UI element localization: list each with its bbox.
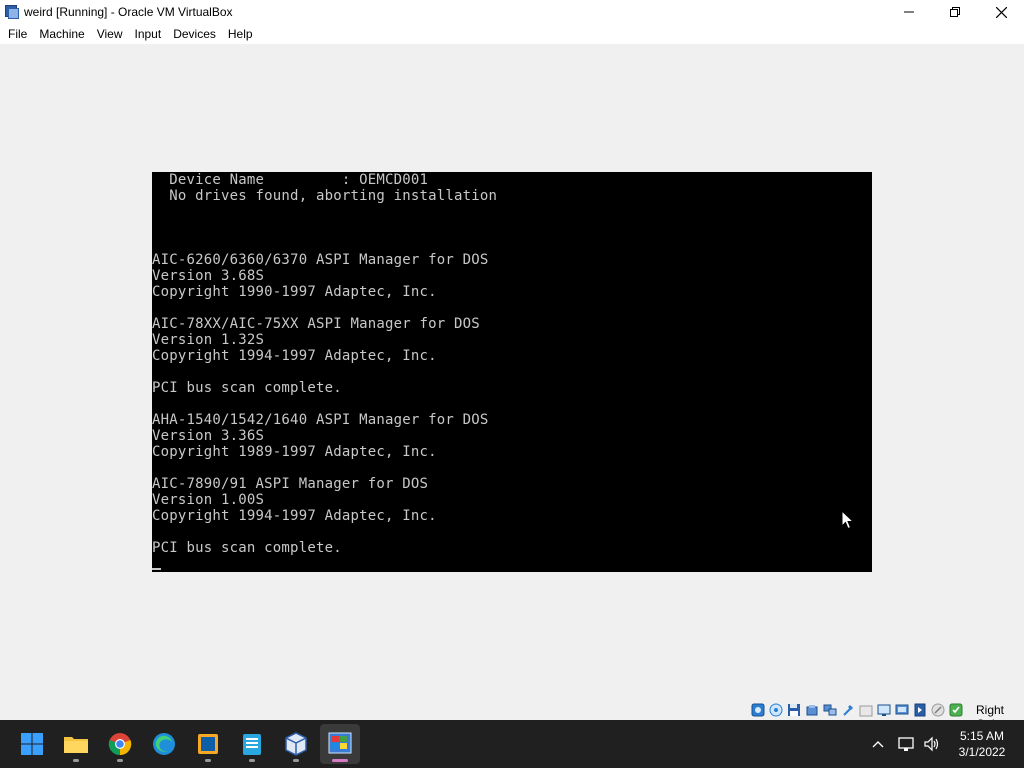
console-line: No drives found, aborting installation [152,188,498,204]
text-cursor [152,568,161,570]
title-bar: weird [Running] - Oracle VM VirtualBox [0,0,1024,24]
menu-view[interactable]: View [91,24,129,44]
tray-network[interactable] [894,720,918,768]
menu-file[interactable]: File [2,24,33,44]
vm-status-bar: Right Ctrl [0,700,1024,731]
minimize-icon [904,11,914,13]
file-explorer-icon [64,737,88,753]
clock-time: 5:15 AM [959,729,1005,743]
audio-icon[interactable] [803,702,820,718]
taskbar-virtualbox[interactable] [276,724,316,764]
edge-icon [153,733,175,755]
console-line: AIC-6260/6360/6370 ASPI Manager for DOS [152,252,489,268]
virtualbox-app-icon [4,4,20,20]
notepad-icon [243,734,261,755]
floppy-icon[interactable] [785,702,802,718]
vm-console-screen[interactable]: Device Name : OEMCD001 No drives found, … [152,172,872,572]
device-status-icons [749,702,964,718]
console-line: AIC-7890/91 ASPI Manager for DOS [152,476,429,492]
restore-button[interactable] [932,0,978,24]
chrome-icon [108,733,132,756]
console-line: Copyright 1994-1997 Adaptec, Inc. [152,508,437,524]
console-line: AIC-78XX/AIC-75XX ASPI Manager for DOS [152,316,480,332]
console-line: PCI bus scan complete. [152,380,342,396]
console-line: Version 1.32S [152,332,265,348]
network-icon[interactable] [821,702,838,718]
display-icon[interactable] [875,702,892,718]
console-line: Version 3.36S [152,428,265,444]
usb-icon[interactable] [839,702,856,718]
start-icon [21,733,43,755]
clock-date: 3/1/2022 [958,745,1006,759]
window-controls [886,0,1024,24]
network-icon [898,737,914,751]
shared-folders-icon[interactable] [857,702,874,718]
menu-devices[interactable]: Devices [167,24,222,44]
window-title: weird [Running] - Oracle VM VirtualBox [24,5,233,19]
menu-bar: File Machine View Input Devices Help [0,24,1024,44]
volume-icon [924,736,939,752]
console-line: Copyright 1989-1997 Adaptec, Inc. [152,444,437,460]
recording-icon[interactable] [911,702,928,718]
taskbar-vm-winxp[interactable] [320,724,360,764]
console-line: Copyright 1990-1997 Adaptec, Inc. [152,284,437,300]
hard-disk-icon[interactable] [749,702,766,718]
video-capture-icon[interactable] [893,702,910,718]
show-hidden-icons-button[interactable] [866,720,890,768]
close-icon [995,6,1007,18]
console-line: Device Name : OEMCD001 [152,172,429,188]
photo-app-icon [198,734,218,754]
restore-icon [950,7,960,17]
mouse-pointer-icon [841,510,855,530]
chevron-up-icon [872,741,884,748]
taskbar-notepad[interactable] [232,724,272,764]
console-line: Copyright 1994-1997 Adaptec, Inc. [152,348,437,364]
tray-volume[interactable] [920,720,944,768]
close-button[interactable] [978,0,1024,24]
taskbar: 5:15 AM 3/1/2022 [0,720,1024,768]
optical-drive-icon[interactable] [767,702,784,718]
console-line: AHA-1540/1542/1640 ASPI Manager for DOS [152,412,489,428]
taskbar-chrome[interactable] [100,724,140,764]
console-line: Version 1.00S [152,492,265,508]
taskbar-edge[interactable] [144,724,184,764]
minimize-button[interactable] [886,0,932,24]
vm-status-icon[interactable] [947,702,964,718]
mouse-integration-icon[interactable] [929,702,946,718]
menu-machine[interactable]: Machine [33,24,90,44]
menu-help[interactable]: Help [222,24,259,44]
start-button[interactable] [12,724,52,764]
menu-input[interactable]: Input [129,24,168,44]
virtualbox-icon [285,732,307,756]
console-line: Version 3.68S [152,268,265,284]
console-line: PCI bus scan complete. [152,540,342,556]
taskbar-file-explorer[interactable] [56,724,96,764]
vm-winxp-icon [328,732,352,754]
taskbar-photo-app[interactable] [188,724,228,764]
taskbar-clock[interactable]: 5:15 AM 3/1/2022 [950,728,1014,760]
